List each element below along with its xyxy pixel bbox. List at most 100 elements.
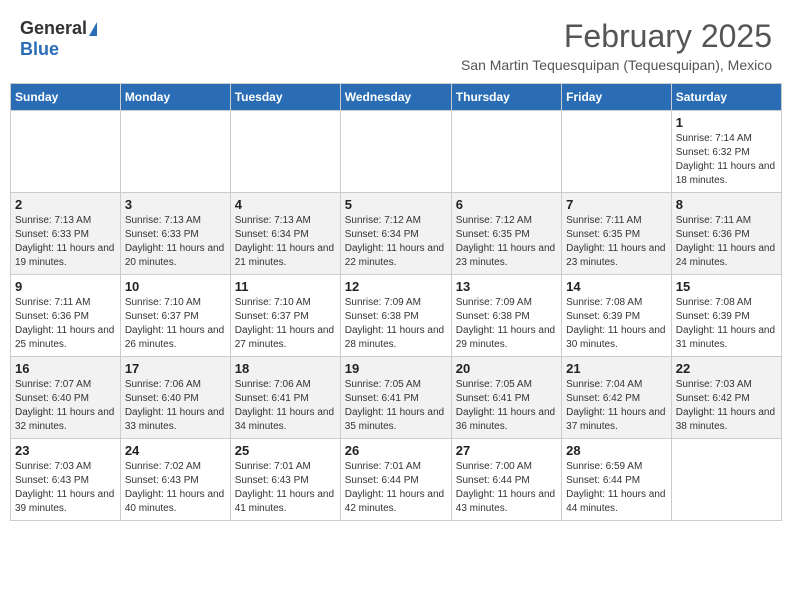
- day-number: 1: [676, 115, 777, 130]
- calendar-day-cell: 26 Sunrise: 7:01 AM Sunset: 6:44 PM Dayli…: [340, 439, 451, 521]
- logo-triangle-icon: [89, 22, 97, 36]
- calendar-day-cell: 16 Sunrise: 7:07 AM Sunset: 6:40 PM Dayli…: [11, 357, 121, 439]
- calendar-day-cell: 5 Sunrise: 7:12 AM Sunset: 6:34 PM Daylig…: [340, 193, 451, 275]
- calendar-day-cell: 17 Sunrise: 7:06 AM Sunset: 6:40 PM Dayli…: [120, 357, 230, 439]
- calendar-day-cell: 13 Sunrise: 7:09 AM Sunset: 6:38 PM Dayli…: [451, 275, 561, 357]
- day-number: 16: [15, 361, 116, 376]
- day-info: Sunrise: 6:59 AM Sunset: 6:44 PM Dayligh…: [566, 460, 667, 516]
- day-number: 13: [456, 279, 557, 294]
- day-number: 24: [125, 443, 226, 458]
- calendar-day-cell: 27 Sunrise: 7:00 AM Sunset: 6:44 PM Dayli…: [451, 439, 561, 521]
- day-info: Sunrise: 7:04 AM Sunset: 6:42 PM Dayligh…: [566, 378, 667, 434]
- logo-blue-text: Blue: [20, 39, 59, 60]
- calendar-day-cell: [11, 111, 121, 193]
- day-info: Sunrise: 7:06 AM Sunset: 6:41 PM Dayligh…: [235, 378, 336, 434]
- calendar-day-cell: [671, 439, 781, 521]
- day-info: Sunrise: 7:12 AM Sunset: 6:35 PM Dayligh…: [456, 214, 557, 270]
- day-info: Sunrise: 7:13 AM Sunset: 6:33 PM Dayligh…: [15, 214, 116, 270]
- day-info: Sunrise: 7:05 AM Sunset: 6:41 PM Dayligh…: [345, 378, 447, 434]
- calendar-day-cell: 2 Sunrise: 7:13 AM Sunset: 6:33 PM Daylig…: [11, 193, 121, 275]
- calendar-day-cell: 1 Sunrise: 7:14 AM Sunset: 6:32 PM Daylig…: [671, 111, 781, 193]
- day-info: Sunrise: 7:11 AM Sunset: 6:36 PM Dayligh…: [676, 214, 777, 270]
- day-info: Sunrise: 7:10 AM Sunset: 6:37 PM Dayligh…: [235, 296, 336, 352]
- calendar-day-cell: 4 Sunrise: 7:13 AM Sunset: 6:34 PM Daylig…: [230, 193, 340, 275]
- calendar-day-header: Friday: [562, 84, 672, 111]
- calendar-day-cell: 18 Sunrise: 7:06 AM Sunset: 6:41 PM Dayli…: [230, 357, 340, 439]
- day-number: 6: [456, 197, 557, 212]
- day-number: 19: [345, 361, 447, 376]
- calendar-week-row: 2 Sunrise: 7:13 AM Sunset: 6:33 PM Daylig…: [11, 193, 782, 275]
- day-info: Sunrise: 7:01 AM Sunset: 6:43 PM Dayligh…: [235, 460, 336, 516]
- calendar-day-header: Wednesday: [340, 84, 451, 111]
- day-number: 11: [235, 279, 336, 294]
- calendar-day-cell: 22Sunrise: 7:03 AM Sunset: 6:42 PM Dayli…: [671, 357, 781, 439]
- calendar-day-header: Saturday: [671, 84, 781, 111]
- calendar-day-cell: 9 Sunrise: 7:11 AM Sunset: 6:36 PM Daylig…: [11, 275, 121, 357]
- calendar-day-cell: 24Sunrise: 7:02 AM Sunset: 6:43 PM Dayli…: [120, 439, 230, 521]
- day-info: Sunrise: 7:05 AM Sunset: 6:41 PM Dayligh…: [456, 378, 557, 434]
- calendar-day-header: Monday: [120, 84, 230, 111]
- day-number: 15: [676, 279, 777, 294]
- day-info: Sunrise: 7:14 AM Sunset: 6:32 PM Dayligh…: [676, 132, 777, 188]
- day-number: 4: [235, 197, 336, 212]
- calendar-day-header: Sunday: [11, 84, 121, 111]
- day-number: 8: [676, 197, 777, 212]
- day-number: 9: [15, 279, 116, 294]
- logo-general-text: General: [20, 18, 87, 39]
- day-number: 20: [456, 361, 557, 376]
- day-number: 21: [566, 361, 667, 376]
- day-number: 14: [566, 279, 667, 294]
- calendar-header-row: SundayMondayTuesdayWednesdayThursdayFrid…: [11, 84, 782, 111]
- calendar-day-cell: 15 Sunrise: 7:08 AM Sunset: 6:39 PM Dayli…: [671, 275, 781, 357]
- day-info: Sunrise: 7:12 AM Sunset: 6:34 PM Dayligh…: [345, 214, 447, 270]
- calendar-day-cell: 23Sunrise: 7:03 AM Sunset: 6:43 PM Dayli…: [11, 439, 121, 521]
- calendar-week-row: 1 Sunrise: 7:14 AM Sunset: 6:32 PM Daylig…: [11, 111, 782, 193]
- logo: General Blue: [20, 18, 97, 60]
- month-year-title: February 2025: [461, 18, 772, 55]
- day-info: Sunrise: 7:07 AM Sunset: 6:40 PM Dayligh…: [15, 378, 116, 434]
- calendar-table: SundayMondayTuesdayWednesdayThursdayFrid…: [10, 83, 782, 521]
- day-number: 18: [235, 361, 336, 376]
- day-number: 27: [456, 443, 557, 458]
- calendar-day-cell: 11 Sunrise: 7:10 AM Sunset: 6:37 PM Dayli…: [230, 275, 340, 357]
- day-number: 7: [566, 197, 667, 212]
- calendar-day-cell: 19 Sunrise: 7:05 AM Sunset: 6:41 PM Dayli…: [340, 357, 451, 439]
- location-subtitle: San Martin Tequesquipan (Tequesquipan), …: [461, 57, 772, 73]
- calendar-day-cell: 3Sunrise: 7:13 AM Sunset: 6:33 PM Daylig…: [120, 193, 230, 275]
- page-header: General Blue February 2025 San Martin Te…: [10, 10, 782, 77]
- day-info: Sunrise: 7:13 AM Sunset: 6:33 PM Dayligh…: [125, 214, 226, 270]
- calendar-day-cell: [340, 111, 451, 193]
- calendar-day-cell: 28 Sunrise: 6:59 AM Sunset: 6:44 PM Dayli…: [562, 439, 672, 521]
- day-info: Sunrise: 7:03 AM Sunset: 6:43 PM Dayligh…: [15, 460, 116, 516]
- calendar-day-cell: 10Sunrise: 7:10 AM Sunset: 6:37 PM Dayli…: [120, 275, 230, 357]
- calendar-day-cell: 12 Sunrise: 7:09 AM Sunset: 6:38 PM Dayli…: [340, 275, 451, 357]
- calendar-day-cell: [562, 111, 672, 193]
- day-number: 2: [15, 197, 116, 212]
- day-number: 25: [235, 443, 336, 458]
- calendar-day-cell: 20 Sunrise: 7:05 AM Sunset: 6:41 PM Dayli…: [451, 357, 561, 439]
- day-info: Sunrise: 7:13 AM Sunset: 6:34 PM Dayligh…: [235, 214, 336, 270]
- day-info: Sunrise: 7:08 AM Sunset: 6:39 PM Dayligh…: [676, 296, 777, 352]
- day-number: 28: [566, 443, 667, 458]
- day-info: Sunrise: 7:09 AM Sunset: 6:38 PM Dayligh…: [345, 296, 447, 352]
- calendar-day-header: Thursday: [451, 84, 561, 111]
- calendar-day-cell: [120, 111, 230, 193]
- calendar-week-row: 16 Sunrise: 7:07 AM Sunset: 6:40 PM Dayli…: [11, 357, 782, 439]
- day-info: Sunrise: 7:08 AM Sunset: 6:39 PM Dayligh…: [566, 296, 667, 352]
- day-info: Sunrise: 7:00 AM Sunset: 6:44 PM Dayligh…: [456, 460, 557, 516]
- day-number: 5: [345, 197, 447, 212]
- day-number: 12: [345, 279, 447, 294]
- day-info: Sunrise: 7:11 AM Sunset: 6:36 PM Dayligh…: [15, 296, 116, 352]
- calendar-day-cell: 6 Sunrise: 7:12 AM Sunset: 6:35 PM Daylig…: [451, 193, 561, 275]
- day-info: Sunrise: 7:09 AM Sunset: 6:38 PM Dayligh…: [456, 296, 557, 352]
- calendar-day-cell: 21 Sunrise: 7:04 AM Sunset: 6:42 PM Dayli…: [562, 357, 672, 439]
- day-info: Sunrise: 7:11 AM Sunset: 6:35 PM Dayligh…: [566, 214, 667, 270]
- day-number: 26: [345, 443, 447, 458]
- day-info: Sunrise: 7:03 AM Sunset: 6:42 PM Dayligh…: [676, 378, 777, 434]
- calendar-week-row: 23Sunrise: 7:03 AM Sunset: 6:43 PM Dayli…: [11, 439, 782, 521]
- calendar-day-cell: 25 Sunrise: 7:01 AM Sunset: 6:43 PM Dayli…: [230, 439, 340, 521]
- calendar-day-cell: 8 Sunrise: 7:11 AM Sunset: 6:36 PM Daylig…: [671, 193, 781, 275]
- day-number: 17: [125, 361, 226, 376]
- day-info: Sunrise: 7:06 AM Sunset: 6:40 PM Dayligh…: [125, 378, 226, 434]
- day-info: Sunrise: 7:01 AM Sunset: 6:44 PM Dayligh…: [345, 460, 447, 516]
